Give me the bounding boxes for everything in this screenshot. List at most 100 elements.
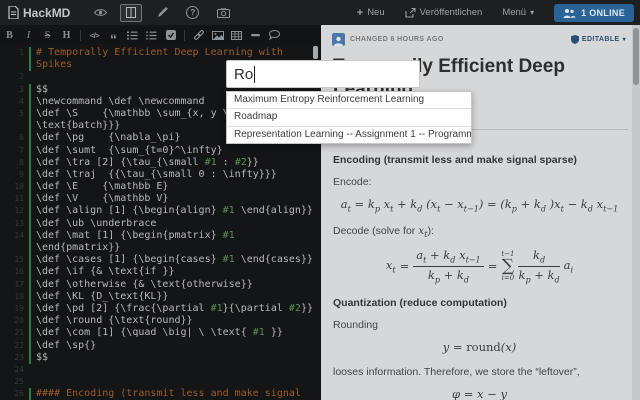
change-bar-indicator (29, 181, 31, 193)
change-bar-indicator (29, 352, 31, 364)
heading-button[interactable]: H (57, 27, 76, 43)
change-bar-indicator (29, 254, 31, 266)
brand-name: HackMD (23, 6, 70, 20)
line-number: 22 (0, 340, 24, 352)
publish-label: Veröffentlichen (420, 7, 483, 18)
line-number: 1 (0, 47, 24, 59)
line-number: 2 (0, 71, 24, 83)
change-bar-indicator (29, 84, 31, 96)
change-bar-indicator (29, 169, 31, 181)
code-text: \def \mat [1] {\begin{pmatrix} #1 (36, 230, 235, 242)
editor-scrollbar-thumb[interactable] (313, 46, 318, 59)
line-number: 5 (0, 108, 24, 120)
code-line: 13\def \ub \underbrace (0, 218, 320, 230)
code-text: \def \pd [2] {\frac{\partial #1}{\partia… (36, 303, 313, 315)
publish-button[interactable]: Veröffentlichen (405, 7, 483, 18)
code-text: $$ (36, 84, 48, 96)
image-button[interactable] (208, 27, 227, 43)
search-input[interactable]: Ro (226, 60, 420, 88)
preview-body: Encoding (transmit less and make signal … (321, 154, 640, 400)
code-text: \def \otherwise {& \text{otherwise}} (36, 279, 253, 291)
minus-icon (251, 34, 260, 37)
ordered-list-button[interactable] (142, 27, 161, 43)
line-number: 14 (0, 230, 24, 242)
code-text: \end{pmatrix}} (36, 242, 120, 254)
list-ol-icon (146, 31, 157, 40)
code-line: \end{pmatrix}} (0, 242, 320, 254)
snapshot-button[interactable] (217, 8, 230, 18)
menu-button[interactable]: Menü ▾ (502, 7, 534, 18)
change-bar-indicator (29, 230, 31, 242)
nav-utilities: ? (186, 6, 230, 19)
view-mode-edit-button[interactable] (152, 5, 172, 21)
code-line: 8\def \tra [2] {\tau_{\small #1 : #2}} (0, 157, 320, 169)
strikethrough-button[interactable]: S (38, 27, 57, 43)
code-line: 24 (0, 364, 320, 376)
bold-button[interactable]: B (0, 27, 19, 43)
code-line: 19\def \pd [2] {\frac{\partial #1}{\part… (0, 303, 320, 315)
checklist-button[interactable] (161, 27, 180, 43)
unordered-list-button[interactable] (123, 27, 142, 43)
looses-text: looses information. Therefore, we store … (333, 366, 626, 378)
horizontal-rule-button[interactable] (246, 27, 265, 43)
caret-down-icon: ▾ (530, 8, 534, 17)
meta-left: CHANGED 6 HOURS AGO (332, 33, 444, 46)
code-line: 10\def \E {\mathbb E} (0, 181, 320, 193)
file-icon (8, 6, 19, 19)
code-text: \def \S {\mathbb \sum_{x, y \in (36, 108, 241, 120)
view-mode-split-button[interactable] (120, 4, 142, 22)
view-mode-view-button[interactable] (90, 5, 110, 21)
change-bar-indicator (29, 145, 31, 157)
code-button[interactable]: </> (85, 27, 104, 43)
change-bar-indicator (29, 47, 31, 59)
code-text: \def \tra [2] {\tau_{\small #1 : #2}} (36, 157, 259, 169)
suggestion-item[interactable]: Representation Learning -- Assignment 1 … (227, 127, 471, 143)
change-bar-indicator (29, 96, 31, 108)
suggestion-item[interactable]: Maximum Entropy Reinforcement Learning (227, 92, 471, 109)
permission-dropdown[interactable]: EDITABLE ▾ (571, 35, 626, 44)
encoding-heading: Encoding (transmit less and make signal … (333, 154, 626, 166)
search-query-text: Ro (234, 66, 253, 83)
code-icon: </> (90, 31, 99, 40)
help-button[interactable]: ? (186, 6, 199, 19)
change-bar-indicator (29, 279, 31, 291)
online-button[interactable]: 1 ONLINE (554, 4, 634, 22)
decode-label: Decode (solve for xt): (333, 225, 626, 240)
table-button[interactable] (227, 27, 246, 43)
code-line: 16\def \if {& \text{if }} (0, 266, 320, 278)
change-bar-indicator (29, 291, 31, 303)
link-button[interactable] (189, 27, 208, 43)
code-text: \def \E {\mathbb E} (36, 181, 168, 193)
change-bar-indicator (29, 315, 31, 327)
comment-button[interactable] (265, 27, 284, 43)
line-number: 13 (0, 218, 24, 230)
code-line: 26#### Encoding (transmit less and make … (0, 388, 320, 400)
decode-equation: xt = at + kd xt−1kp + kd = t−1∑i=0 kdkp … (333, 248, 626, 284)
toolbar-divider (80, 30, 81, 41)
line-number: 9 (0, 169, 24, 181)
encode-equation: at = kp xt + kd (xt − xt−1) = (kp + kd )… (333, 197, 626, 213)
encode-label: Encode: (333, 176, 626, 188)
brand-logo[interactable]: HackMD (8, 6, 70, 20)
quote-button[interactable]: “ (104, 24, 123, 47)
italic-button[interactable]: I (19, 27, 38, 43)
code-line: 18\def \KL {D_\text{KL}} (0, 291, 320, 303)
list-ul-icon (127, 31, 138, 40)
preview-scrollbar-thumb[interactable] (633, 28, 639, 85)
change-bar-indicator (29, 388, 31, 400)
code-text: \def \KL {D_\text{KL}} (36, 291, 168, 303)
comment-icon (269, 30, 280, 40)
line-number: 16 (0, 266, 24, 278)
code-text: # Temporally Efficient Deep Learning wit… (36, 47, 283, 59)
code-line: 14 \def \mat [1] {\begin{pmatrix} #1 (0, 230, 320, 242)
new-note-button[interactable]: + Neu (357, 7, 385, 19)
code-text: \def \sumt {\sum_{t=0}^\infty} (36, 145, 223, 157)
line-number: 24 (0, 364, 24, 376)
line-number: 4 (0, 96, 24, 108)
code-line: 7\def \sumt {\sum_{t=0}^\infty} (0, 145, 320, 157)
code-text: \def \sp{} (36, 340, 96, 352)
line-number: 6 (0, 132, 24, 144)
question-icon: ? (190, 8, 195, 17)
suggestion-item[interactable]: Roadmap (227, 109, 471, 126)
code-text: $$ (36, 352, 48, 364)
